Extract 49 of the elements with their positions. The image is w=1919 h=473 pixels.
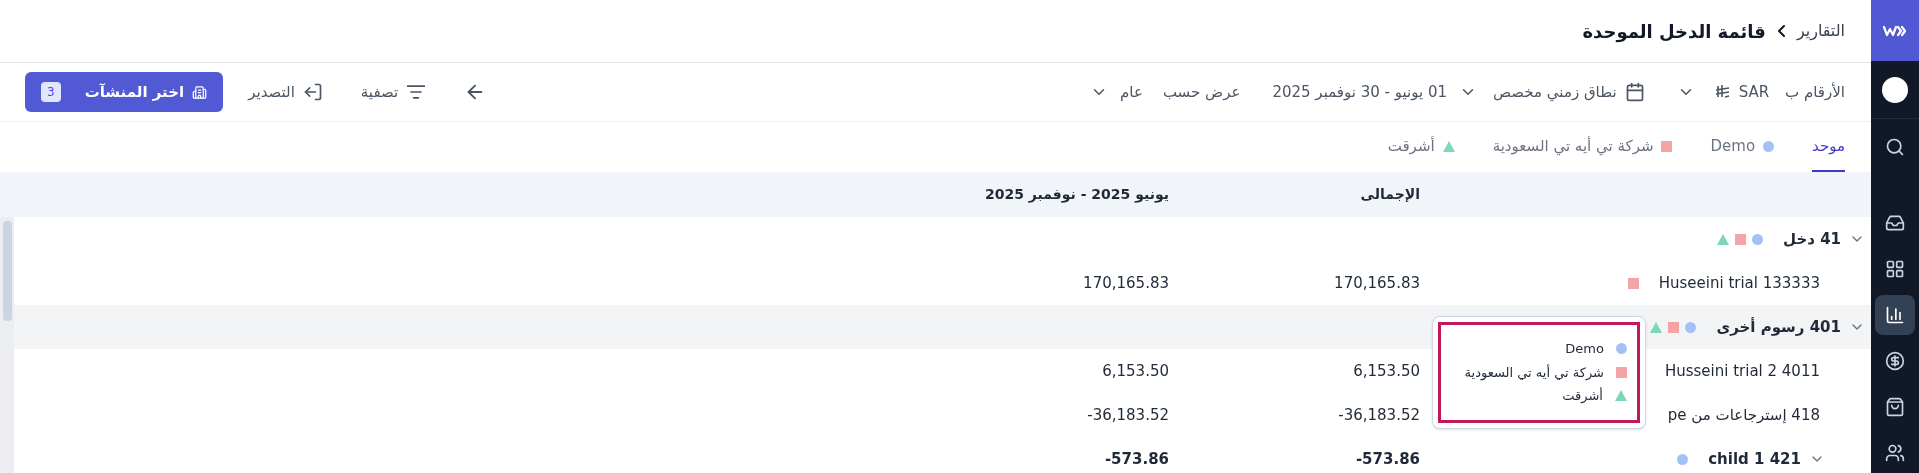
account-name: 41 دخل [1783, 228, 1841, 250]
search-icon [1885, 137, 1905, 157]
account-name: 401 رسوم أخرى [1716, 316, 1841, 338]
filter-button[interactable]: تصفية [360, 80, 427, 104]
legend-label: Demo [1565, 340, 1604, 358]
page-title: قائمة الدخل الموحدة [1582, 19, 1766, 45]
calendar-icon [1624, 82, 1645, 102]
account-name: Husseini trial 2 4011 [1664, 360, 1820, 382]
grid-icon [1885, 259, 1905, 279]
entity-tab[interactable]: Demo [1710, 122, 1775, 172]
export-button[interactable]: التصدير [248, 80, 323, 104]
account-name: 418 إسترجاعات من pe [1667, 404, 1820, 426]
avatar[interactable] [1882, 76, 1908, 103]
filter-icon [406, 82, 427, 102]
bar-chart-icon [1885, 305, 1905, 325]
building-icon [192, 84, 208, 100]
amount-cell: -573.86 [1355, 449, 1420, 468]
legend-label: أشرقت [1562, 386, 1603, 405]
bag-icon [1885, 397, 1905, 417]
currency-dropdown[interactable]: SAR [1676, 80, 1770, 104]
date-range-dropdown[interactable]: نطاق زمني مخصص 01 يونيو - 30 نوفمبر 2025 [1272, 80, 1645, 104]
export-icon [302, 82, 323, 102]
view-by-dropdown[interactable]: عام [1090, 80, 1143, 104]
amount-cell: -36,183.52 [1087, 405, 1169, 424]
logo-icon[interactable] [1871, 0, 1919, 62]
breadcrumb-chevron-icon [1777, 25, 1785, 37]
column-header: الإجمالى [1360, 186, 1420, 202]
users-icon [1885, 443, 1905, 463]
account-name: Huseeini trial 133333 [1658, 272, 1820, 294]
amount-cell: -573.86 [1104, 449, 1169, 468]
breadcrumb-link[interactable]: التقارير [1796, 19, 1845, 43]
amount-cell: 6,153.50 [1353, 361, 1420, 380]
view-by-label: عرض حسب [1162, 81, 1241, 103]
sidebar-reports-button[interactable] [1875, 295, 1915, 335]
amount-cell: 6,153.50 [1102, 361, 1169, 380]
amount-cell: -36,183.52 [1338, 405, 1420, 424]
amount-cell: 170,165.83 [1334, 273, 1420, 292]
inbox-icon [1885, 213, 1905, 233]
amount-cell: 170,165.83 [1083, 273, 1169, 292]
scrollbar-thumb[interactable] [2, 221, 12, 321]
account-name: 421 child 1 [1708, 448, 1801, 470]
count-badge: 3 [41, 82, 61, 102]
legend-label: شركة تي أيه تي السعودية [1464, 363, 1604, 382]
entity-tab[interactable]: شركة تي أيه تي السعودية [1492, 122, 1673, 172]
column-header: يونيو 2025 - نوفمبر 2025 [984, 186, 1169, 202]
numbers-label: الأرقام ب [1785, 81, 1845, 103]
dollar-icon [1885, 351, 1905, 371]
riyal-icon [1714, 85, 1731, 99]
entity-tab[interactable]: أشرقت [1387, 122, 1455, 172]
